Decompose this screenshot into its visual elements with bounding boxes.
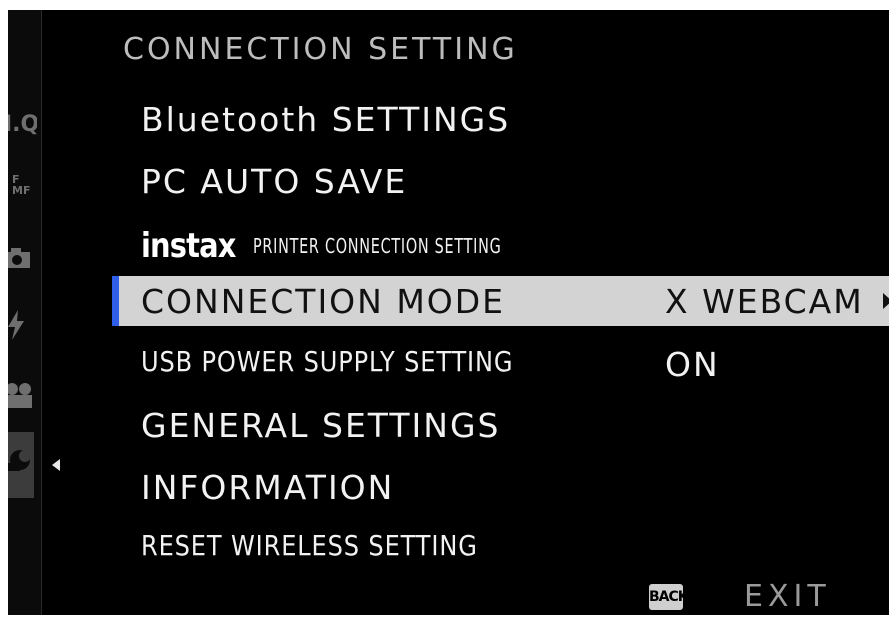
menu-item-information[interactable]: INFORMATION bbox=[141, 468, 394, 507]
connection-mode-value: X WEBCAM bbox=[665, 282, 864, 321]
instax-printer-label: PRINTER CONNECTION SETTING bbox=[252, 233, 502, 258]
instax-logo: instax bbox=[141, 225, 236, 266]
camera-icon[interactable] bbox=[8, 246, 35, 274]
menu-category-sidebar: I.Q. F MF bbox=[8, 10, 41, 615]
menu-item-connection-mode[interactable]: CONNECTION MODE X WEBCAM bbox=[112, 276, 889, 326]
menu-item-instax-printer-connection[interactable]: instax PRINTER CONNECTION SETTING bbox=[141, 224, 598, 266]
image-quality-tab[interactable]: I.Q. bbox=[8, 112, 37, 137]
menu-item-general-settings[interactable]: GENERAL SETTINGS bbox=[141, 406, 500, 445]
connection-mode-label: CONNECTION MODE bbox=[141, 282, 506, 321]
back-button-badge[interactable]: BACK bbox=[649, 584, 683, 610]
left-arrow-icon bbox=[52, 459, 60, 471]
wrench-icon[interactable] bbox=[8, 447, 39, 481]
menu-item-reset-wireless-setting[interactable]: RESET WIRELESS SETTING bbox=[141, 529, 478, 562]
selection-indicator bbox=[112, 276, 119, 326]
video-icon[interactable] bbox=[8, 382, 36, 414]
sidebar-divider bbox=[41, 10, 42, 615]
focus-mode-tab-label: F MF bbox=[12, 174, 31, 196]
menu-title: CONNECTION SETTING bbox=[123, 32, 518, 67]
menu-item-bluetooth-settings[interactable]: Bluetooth SETTINGS bbox=[141, 100, 510, 139]
flash-icon[interactable] bbox=[8, 310, 39, 344]
right-arrow-icon bbox=[883, 293, 889, 309]
camera-menu-screen: I.Q. F MF bbox=[8, 10, 889, 615]
usb-power-supply-value: ON bbox=[665, 345, 720, 384]
menu-item-usb-power-supply-setting[interactable]: USB POWER SUPPLY SETTING bbox=[141, 345, 513, 378]
menu-item-pc-auto-save[interactable]: PC AUTO SAVE bbox=[141, 162, 407, 201]
exit-label[interactable]: EXIT bbox=[744, 579, 831, 614]
